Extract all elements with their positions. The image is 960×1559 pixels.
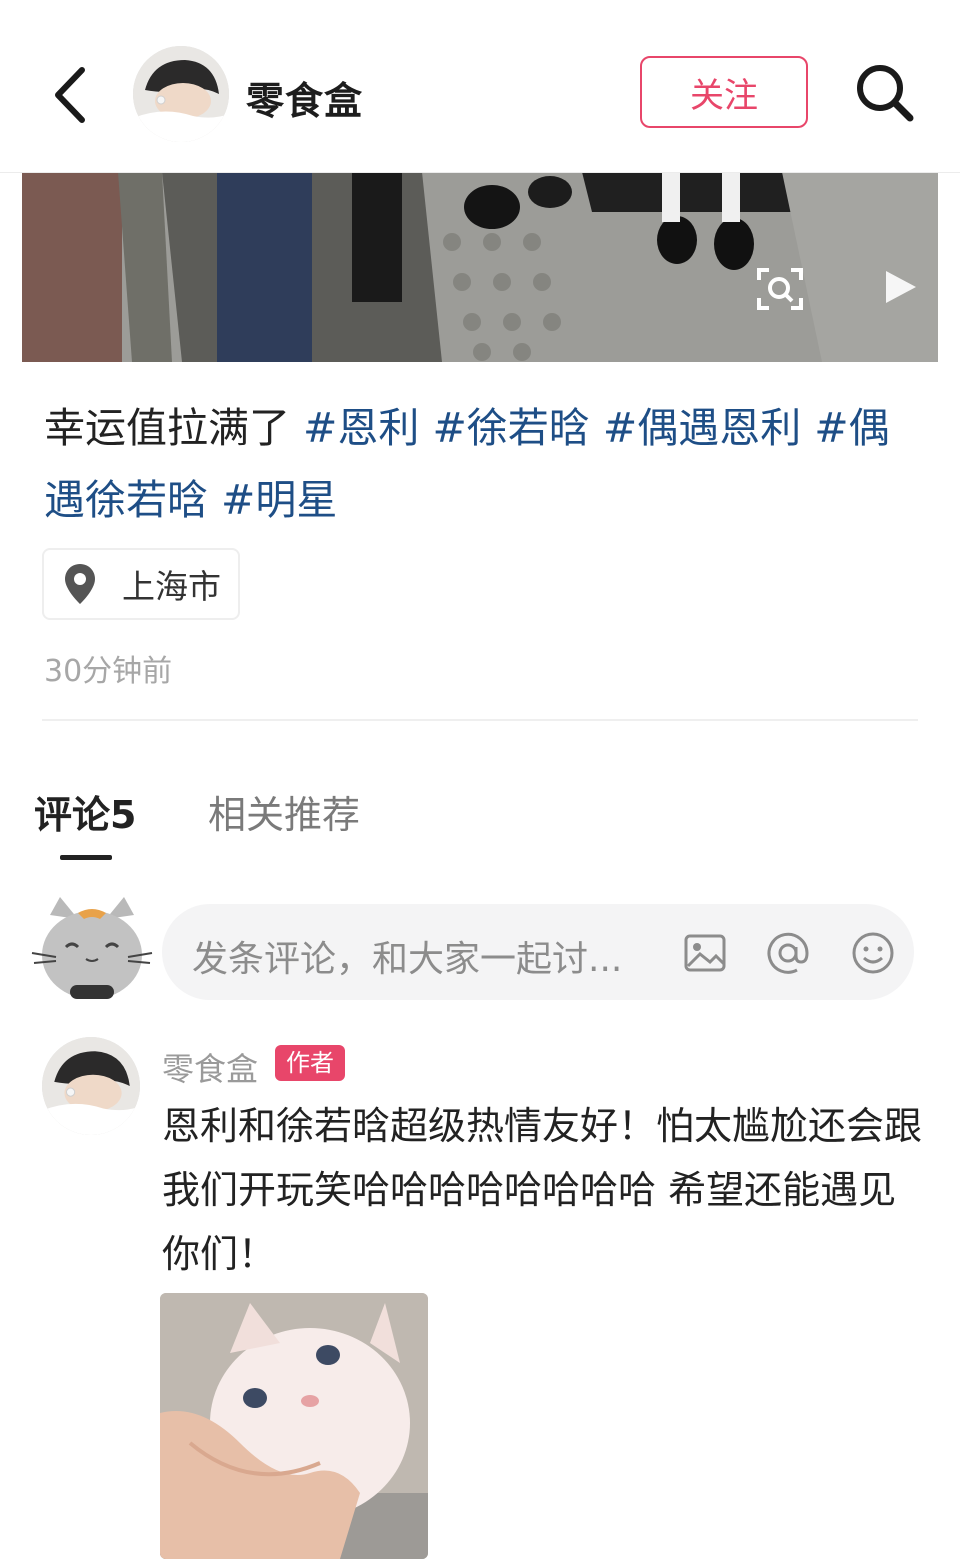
at-icon[interactable]: [765, 930, 811, 976]
image-icon[interactable]: [682, 930, 728, 976]
author-badge: 作者: [275, 1045, 345, 1081]
back-button[interactable]: [40, 60, 100, 130]
post-image[interactable]: [22, 172, 938, 362]
tab-related[interactable]: 相关推荐: [208, 784, 360, 839]
emoji-icon[interactable]: [850, 930, 896, 976]
comment-input[interactable]: 发条评论，和大家一起讨...: [162, 904, 914, 1000]
hashtag[interactable]: #恩利: [303, 404, 419, 452]
cat-avatar-illustration: [31, 897, 153, 999]
tab-comments-label: 评论: [34, 793, 111, 837]
comment-avatar[interactable]: [42, 1037, 140, 1135]
post-time: 30分钟前: [44, 654, 173, 689]
top-bar: 零食盒 关注: [0, 0, 960, 173]
hashtag[interactable]: #偶遇恩利: [603, 404, 801, 452]
post-caption: 幸运值拉满了 #恩利 #徐若晗 #偶遇恩利 #偶遇徐若晗 #明星: [44, 392, 924, 536]
caption-text: 幸运值拉满了: [44, 404, 290, 452]
kitten-illustration: [160, 1293, 428, 1559]
comments-count: 5: [110, 793, 137, 837]
follow-button[interactable]: 关注: [640, 56, 808, 128]
divider: [42, 719, 918, 721]
location-pin-icon: [65, 564, 95, 604]
author-avatar[interactable]: [133, 46, 229, 142]
comment-image[interactable]: [160, 1293, 428, 1559]
back-arrow-icon: [55, 67, 85, 123]
scan-icon[interactable]: [755, 264, 805, 314]
location-label: 上海市: [122, 567, 221, 606]
search-icon: [857, 65, 914, 122]
active-tab-indicator: [60, 855, 112, 860]
avatar-illustration: [133, 46, 229, 142]
author-name[interactable]: 零食盒: [246, 70, 363, 125]
avatar-illustration: [42, 1037, 140, 1135]
hashtag[interactable]: #明星: [221, 476, 337, 524]
comment-text: 恩利和徐若晗超级热情友好！怕太尴尬还会跟我们开玩笑哈哈哈哈哈哈哈哈 希望还能遇见…: [162, 1104, 923, 1276]
comment-author[interactable]: 零食盒: [162, 1044, 258, 1090]
tab-comments[interactable]: 评论5: [34, 784, 136, 839]
play-icon[interactable]: [880, 267, 920, 307]
my-avatar: [30, 895, 154, 1005]
comment-placeholder: 发条评论，和大家一起讨...: [192, 939, 623, 980]
hashtag[interactable]: #徐若晗: [432, 404, 589, 452]
search-button[interactable]: [850, 58, 920, 128]
location-chip[interactable]: 上海市: [42, 548, 240, 620]
